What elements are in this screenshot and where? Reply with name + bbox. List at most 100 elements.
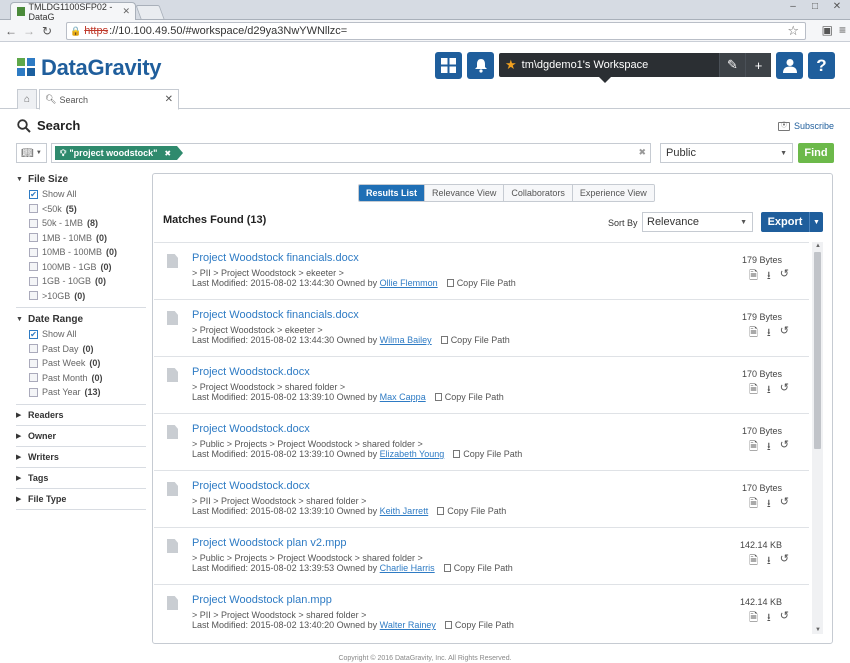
checkbox[interactable]: ✔ [29,329,38,339]
checkbox[interactable]: ✔ [29,189,38,199]
copy-file-path-button[interactable]: Copy File Path [434,392,504,402]
menu-icon[interactable]: ≡ [839,23,846,37]
preview-icon[interactable]: 🗎︎ [749,495,758,514]
facet-option[interactable]: 10MB - 100MB (0) [16,245,146,260]
restore-icon[interactable]: ↺ [780,267,789,286]
preview-icon[interactable]: 🗎︎ [749,267,758,286]
facet-option[interactable]: Past Year (13) [16,385,146,400]
checkbox[interactable] [29,276,38,286]
sort-select[interactable]: Relevance ▼ [642,212,753,232]
download-icon[interactable]: ⭳ [767,324,771,343]
scroll-up-icon[interactable]: ▲ [815,243,821,249]
reload-icon[interactable]: ↻ [40,24,54,38]
preview-icon[interactable]: 🗎︎ [749,381,758,400]
dashboard-grid-button[interactable] [435,52,462,79]
facet-option[interactable]: 100MB - 1GB (0) [16,260,146,275]
search-scope-selector[interactable]: 📖︎ ▼ [16,143,47,163]
facet-writers[interactable]: ▶ Writers [16,447,146,468]
tab-results-list[interactable]: Results List [359,185,425,201]
facet-option[interactable]: Past Day (0) [16,342,146,357]
tab-collaborators[interactable]: Collaborators [503,185,572,201]
checkbox[interactable] [29,291,38,301]
minimize-icon[interactable]: – [784,1,802,12]
result-title-link[interactable]: Project Woodstock.docx [192,423,310,435]
checkbox[interactable] [29,233,38,243]
datagravity-logo[interactable]: DataGravity [17,55,162,81]
download-icon[interactable]: ⭳ [767,495,771,514]
result-title-link[interactable]: Project Woodstock plan.mpp [192,594,332,606]
owner-link[interactable]: Wilma Bailey [380,335,432,345]
restore-icon[interactable]: ↺ [780,495,789,514]
preview-icon[interactable]: 🗎︎ [749,438,758,457]
close-search-tab-icon[interactable]: ✕ [165,94,173,105]
preview-icon[interactable]: 🗎︎ [749,324,758,343]
owner-link[interactable]: Keith Jarrett [380,506,429,516]
owner-link[interactable]: Elizabeth Young [380,449,445,459]
export-button[interactable]: Export ▼ [761,212,823,232]
download-icon[interactable]: ⭳ [767,267,771,286]
clear-query-icon[interactable]: ✖ [638,147,646,158]
cast-icon[interactable]: ▣ [822,23,833,37]
search-input[interactable]: 💡︎ "project woodstock" ✖ ✖ [51,143,651,163]
facet-file-type[interactable]: ▶ File Type [16,489,146,510]
facet-date-range[interactable]: ▼ Date Range [16,312,146,326]
user-profile-button[interactable] [776,52,803,79]
facet-tags[interactable]: ▶ Tags [16,468,146,489]
bookmark-star-icon[interactable]: ☆ [787,23,799,39]
restore-icon[interactable]: ↺ [780,552,789,571]
remove-tag-icon[interactable]: ✖ [164,149,171,158]
restore-icon[interactable]: ↺ [780,609,789,628]
facet-owner[interactable]: ▶ Owner [16,426,146,447]
edit-workspace-button[interactable]: ✎ [719,53,745,77]
facet-option[interactable]: >10GB (0) [16,289,146,304]
copy-file-path-button[interactable]: Copy File Path [444,620,514,630]
preview-icon[interactable]: 🗎︎ [749,609,758,628]
facet-readers[interactable]: ▶ Readers [16,405,146,426]
query-tag[interactable]: 💡︎ "project woodstock" ✖ [55,146,184,160]
checkbox[interactable] [29,344,38,354]
close-tab-icon[interactable]: ✕ [122,6,130,17]
download-icon[interactable]: ⭳ [767,609,771,628]
preview-icon[interactable]: 🗎︎ [749,552,758,571]
facet-option[interactable]: <50k (5) [16,202,146,217]
owner-link[interactable]: Ollie Flemmon [380,278,438,288]
result-title-link[interactable]: Project Woodstock financials.docx [192,252,359,264]
help-button[interactable]: ? [808,52,835,79]
visibility-select[interactable]: Public ▼ [660,143,793,163]
subscribe-link[interactable]: ⦿ Subscribe [777,121,834,131]
tab-relevance-view[interactable]: Relevance View [424,185,504,201]
checkbox[interactable] [29,247,38,257]
result-title-link[interactable]: Project Woodstock financials.docx [192,309,359,321]
restore-icon[interactable]: ↺ [780,324,789,343]
facet-option[interactable]: Past Week (0) [16,356,146,371]
url-input[interactable]: 🔒 https ://10.100.49.50/#workspace/d29ya… [66,22,806,40]
scroll-down-icon[interactable]: ▼ [815,627,821,633]
checkbox[interactable] [29,358,38,368]
copy-file-path-button[interactable]: Copy File Path [443,563,513,573]
back-icon[interactable]: ← [4,24,18,38]
home-tab[interactable]: ⌂ [17,89,37,109]
add-workspace-button[interactable]: + [745,53,771,77]
results-scrollbar[interactable]: ▲ ▼ [812,242,823,634]
copy-file-path-button[interactable]: Copy File Path [437,506,506,516]
facet-option[interactable]: ✔ Show All [16,187,146,202]
export-dropdown-icon[interactable]: ▼ [809,212,823,232]
new-tab-button[interactable] [135,5,165,19]
restore-icon[interactable]: ↺ [780,381,789,400]
checkbox[interactable] [29,262,38,272]
scrollbar-thumb[interactable] [814,252,821,449]
facet-file-size[interactable]: ▼ File Size [16,172,146,186]
owner-link[interactable]: Walter Rainey [380,620,436,630]
facet-option[interactable]: 1GB - 10GB (0) [16,274,146,289]
notifications-button[interactable] [467,52,494,79]
tab-search[interactable]: 🔍︎ Search ✕ [39,89,179,110]
copy-file-path-button[interactable]: Copy File Path [446,278,516,288]
checkbox[interactable] [29,373,38,383]
download-icon[interactable]: ⭳ [767,552,771,571]
find-button[interactable]: Find [798,143,834,163]
copy-file-path-button[interactable]: Copy File Path [440,335,510,345]
owner-link[interactable]: Max Cappa [380,392,426,402]
result-title-link[interactable]: Project Woodstock.docx [192,480,310,492]
result-title-link[interactable]: Project Woodstock.docx [192,366,310,378]
checkbox[interactable] [29,218,38,228]
